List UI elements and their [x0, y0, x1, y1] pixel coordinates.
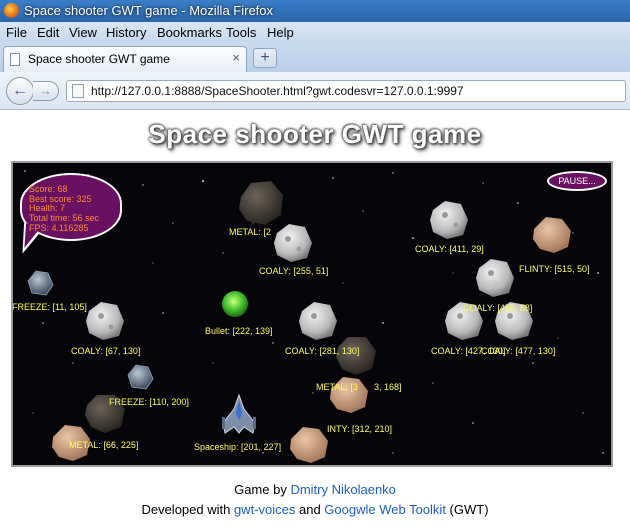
pause-button[interactable]: PAUSE...	[547, 171, 607, 191]
tab-strip: Space shooter GWT game × +	[0, 42, 630, 72]
close-tab-icon[interactable]: ×	[232, 50, 240, 65]
menu-bookmarks[interactable]: Bookmarks	[157, 25, 222, 40]
gwt-suffix: (GWT)	[445, 502, 489, 517]
gwt-voices-link[interactable]: gwt-voices	[234, 502, 295, 517]
sprite-label: METAL: [66, 225]	[69, 440, 139, 450]
new-tab-button[interactable]: +	[253, 48, 277, 68]
menu-history[interactable]: History	[106, 25, 146, 40]
sprite-label: INTY: [312, 210]	[327, 424, 393, 434]
window-title: Space shooter GWT game - Mozilla Firefox	[24, 3, 274, 18]
credits-line: Game by Dmitry Nikolaenko	[0, 482, 630, 497]
credits-prefix: Game by	[234, 482, 291, 497]
window-title-bar: Space shooter GWT game - Mozilla Firefox	[0, 0, 630, 22]
sprite-label: 3, 168]	[374, 382, 402, 392]
sprite-label: FLINTY: [515, 50]	[519, 264, 590, 274]
menu-tools[interactable]: Tools	[226, 25, 256, 40]
game-canvas[interactable]: Score: 68 Best score: 325 Health: 7 Tota…	[11, 161, 613, 467]
sprite-label: COALY: [455, 88]	[463, 303, 533, 313]
author-link[interactable]: Dmitry Nikolaenko	[290, 482, 395, 497]
menu-bar: File Edit View History Bookmarks Tools H…	[0, 22, 630, 42]
sprite-label: METAL: [2	[229, 227, 271, 237]
bullet-orb	[222, 291, 248, 317]
developed-prefix: Developed with	[141, 502, 234, 517]
gwt-link[interactable]: Googwle Web Toolkit	[324, 502, 446, 517]
sprite-label: FREEZE: [11, 105]	[12, 302, 87, 312]
tab-title: Space shooter GWT game	[28, 52, 170, 66]
sprite-label: COALY: [67, 130]	[71, 346, 141, 356]
url-input[interactable]	[91, 83, 621, 99]
url-bar	[66, 80, 626, 102]
page-icon	[10, 53, 20, 66]
menu-file[interactable]: File	[6, 25, 27, 40]
developed-with-line: Developed with gwt-voices and Googwle We…	[0, 502, 630, 517]
hud-fps: FPS: 4.116285	[29, 222, 89, 233]
page-title: Space shooter GWT game	[148, 119, 482, 149]
sprite-label: COALY: [281, 130]	[285, 346, 360, 356]
sprite-label: METAL: [3	[316, 382, 358, 392]
tab-space-shooter[interactable]: Space shooter GWT game ×	[3, 46, 247, 72]
navigation-bar: ← →	[0, 72, 630, 110]
sprite-label: Spaceship: [201, 227]	[194, 442, 282, 452]
sprite-label: Bullet: [222, 139]	[205, 326, 273, 336]
firefox-icon	[4, 3, 19, 18]
menu-help[interactable]: Help	[267, 25, 294, 40]
sprite-label: COALY: [411, 29]	[415, 244, 484, 254]
back-button[interactable]: ←	[6, 77, 34, 105]
hud-stats: Score: 68 Best score: 325 Health: 7 Tota…	[29, 184, 99, 234]
forward-button[interactable]: →	[33, 81, 59, 101]
site-identity-icon[interactable]	[72, 84, 84, 98]
menu-edit[interactable]: Edit	[37, 25, 59, 40]
sprite-label: FREEZE: [110, 200]	[109, 397, 189, 407]
and-text: and	[295, 502, 325, 517]
menu-view[interactable]: View	[69, 25, 97, 40]
sprite-label: COALY: [255, 51]	[259, 266, 329, 276]
sprite-label: COALY: [477, 130]	[481, 346, 556, 356]
